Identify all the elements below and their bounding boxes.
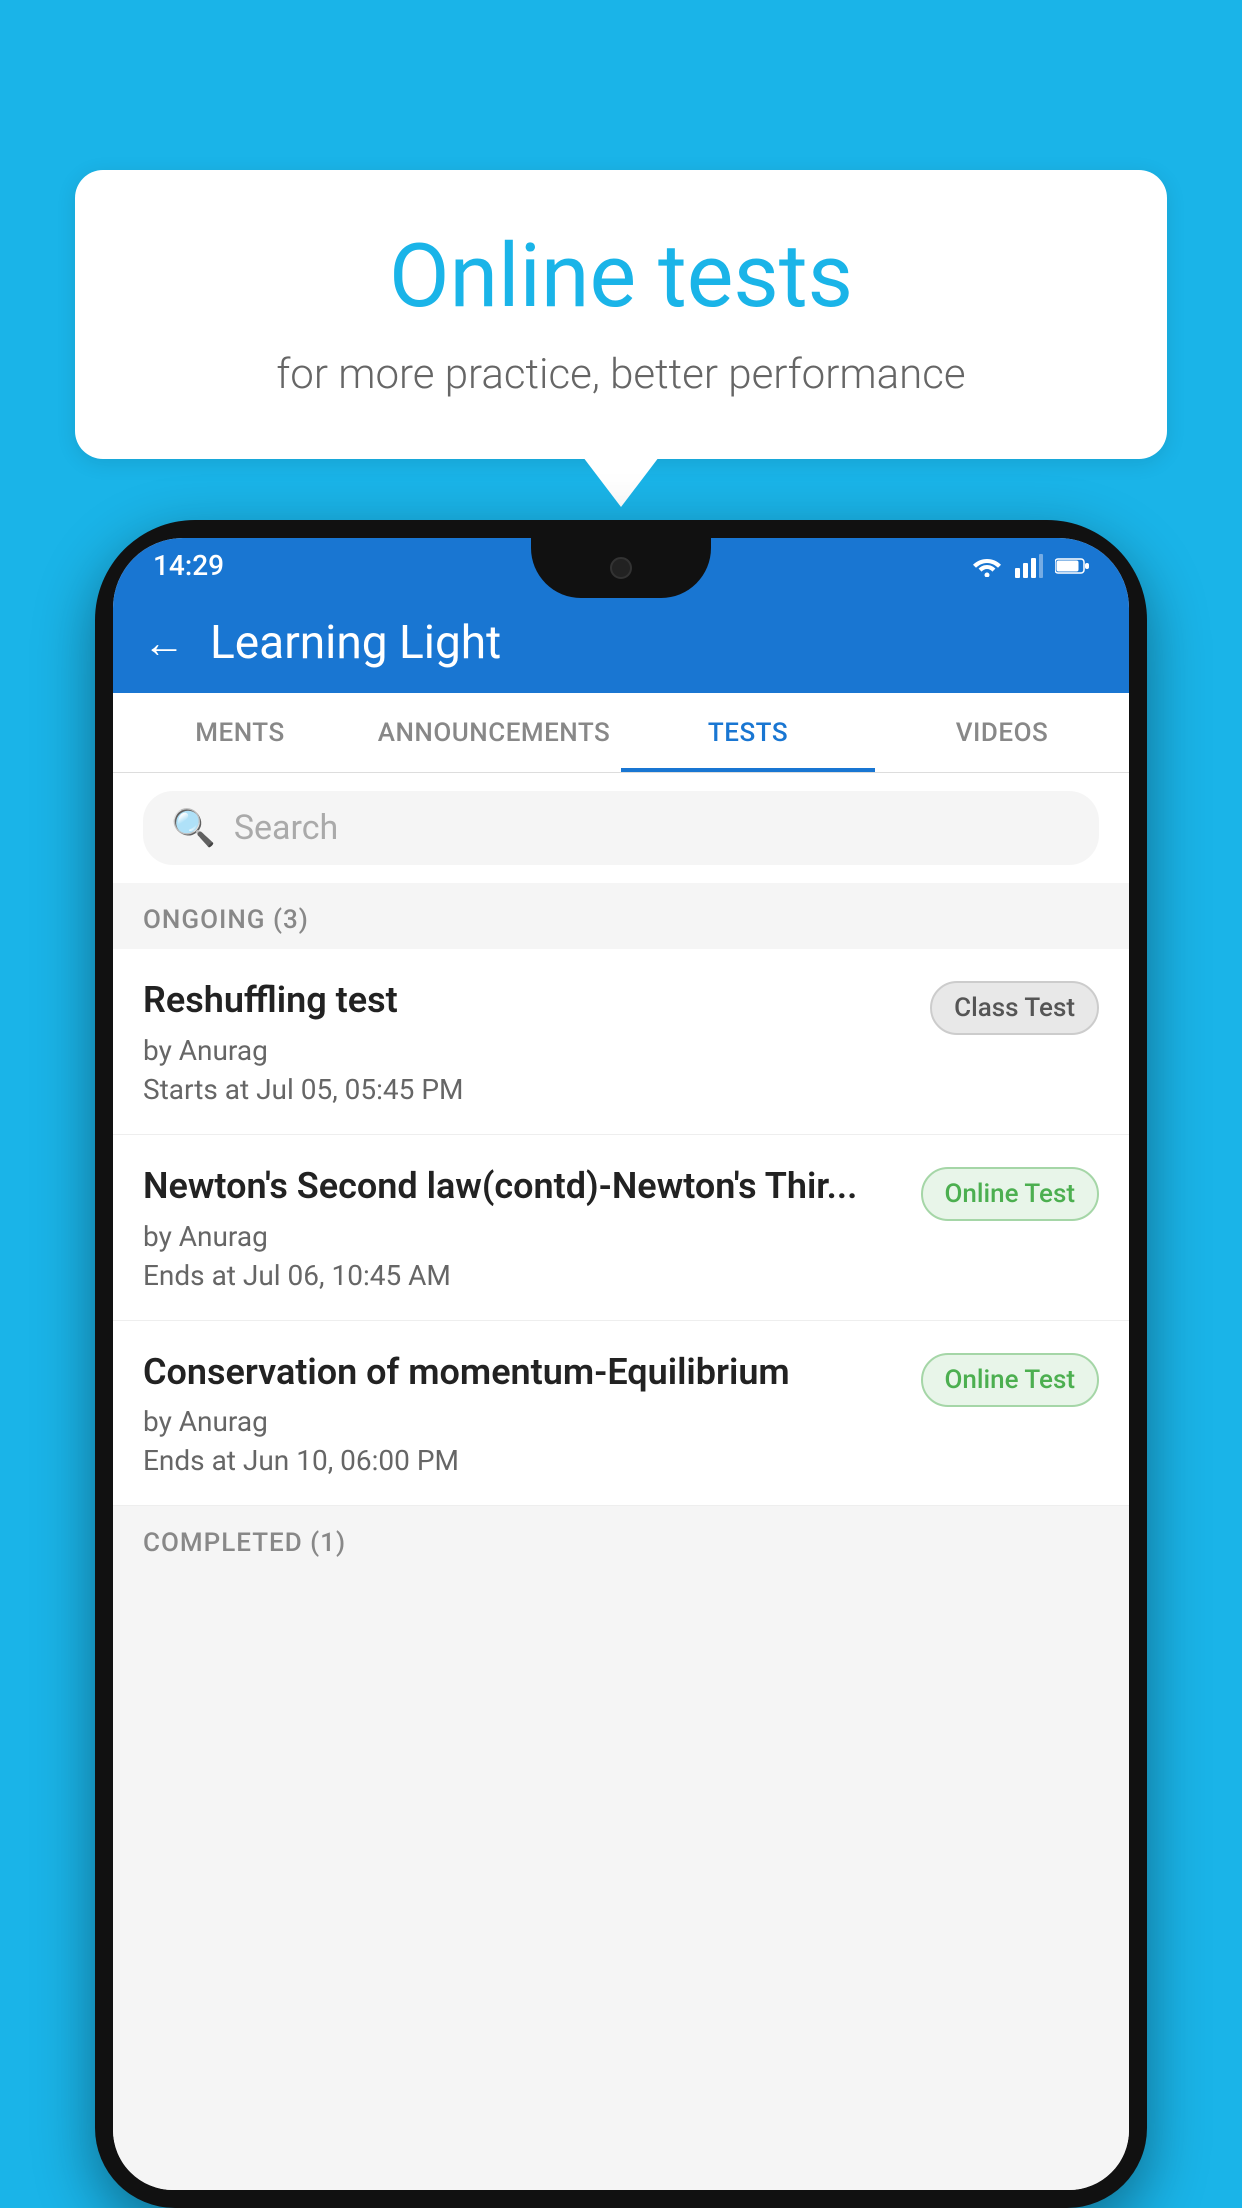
- test-badge-1: Class Test: [930, 981, 1099, 1035]
- test-info-3: Conservation of momentum-Equilibrium by …: [143, 1349, 901, 1478]
- status-icons: [971, 554, 1089, 578]
- tab-videos[interactable]: VIDEOS: [875, 693, 1129, 772]
- tab-bar: MENTS ANNOUNCEMENTS TESTS VIDEOS: [113, 693, 1129, 773]
- completed-section-header: COMPLETED (1): [113, 1506, 1129, 1572]
- phone-notch: [531, 538, 711, 598]
- tab-tests[interactable]: TESTS: [621, 693, 875, 772]
- test-author-1: by Anurag: [143, 1034, 910, 1067]
- status-time: 14:29: [153, 549, 224, 582]
- test-name-3: Conservation of momentum-Equilibrium: [143, 1349, 901, 1396]
- signal-icon: [1015, 554, 1043, 578]
- search-placeholder: Search: [234, 808, 338, 848]
- ongoing-title: ONGOING (3): [143, 905, 309, 935]
- test-time-2: Ends at Jul 06, 10:45 AM: [143, 1259, 901, 1292]
- test-badge-2: Online Test: [921, 1167, 1100, 1221]
- test-author-3: by Anurag: [143, 1405, 901, 1438]
- app-header: ← Learning Light: [113, 593, 1129, 693]
- test-info-1: Reshuffling test by Anurag Starts at Jul…: [143, 977, 910, 1106]
- test-name-1: Reshuffling test: [143, 977, 910, 1024]
- phone-screen: 14:29: [113, 538, 1129, 2190]
- test-list: Reshuffling test by Anurag Starts at Jul…: [113, 949, 1129, 1506]
- tab-announcements[interactable]: ANNOUNCEMENTS: [367, 693, 621, 772]
- completed-title: COMPLETED (1): [143, 1528, 346, 1558]
- test-time-3: Ends at Jun 10, 06:00 PM: [143, 1444, 901, 1477]
- wifi-icon: [971, 555, 1003, 577]
- notch-camera: [610, 557, 632, 579]
- test-item-1[interactable]: Reshuffling test by Anurag Starts at Jul…: [113, 949, 1129, 1135]
- test-item-2[interactable]: Newton's Second law(contd)-Newton's Thir…: [113, 1135, 1129, 1321]
- test-author-2: by Anurag: [143, 1220, 901, 1253]
- screen-inner: 14:29: [113, 538, 1129, 2190]
- ongoing-section-header: ONGOING (3): [113, 883, 1129, 949]
- app-title: Learning Light: [210, 616, 501, 670]
- search-icon: 🔍: [171, 807, 216, 849]
- search-section: 🔍 Search: [113, 773, 1129, 883]
- test-badge-3: Online Test: [921, 1353, 1100, 1407]
- back-button[interactable]: ←: [143, 619, 185, 668]
- tab-ments[interactable]: MENTS: [113, 693, 367, 772]
- test-time-1: Starts at Jul 05, 05:45 PM: [143, 1073, 910, 1106]
- test-item-3[interactable]: Conservation of momentum-Equilibrium by …: [113, 1321, 1129, 1507]
- battery-icon: [1055, 557, 1089, 575]
- phone-frame: 14:29: [95, 520, 1147, 2208]
- speech-bubble: Online tests for more practice, better p…: [75, 170, 1167, 459]
- test-name-2: Newton's Second law(contd)-Newton's Thir…: [143, 1163, 901, 1210]
- search-input-wrapper[interactable]: 🔍 Search: [143, 791, 1099, 865]
- content-area: 🔍 Search ONGOING (3) Reshuffling test by…: [113, 773, 1129, 2190]
- bubble-subtitle: for more practice, better performance: [135, 350, 1107, 399]
- test-info-2: Newton's Second law(contd)-Newton's Thir…: [143, 1163, 901, 1292]
- bubble-title: Online tests: [135, 225, 1107, 328]
